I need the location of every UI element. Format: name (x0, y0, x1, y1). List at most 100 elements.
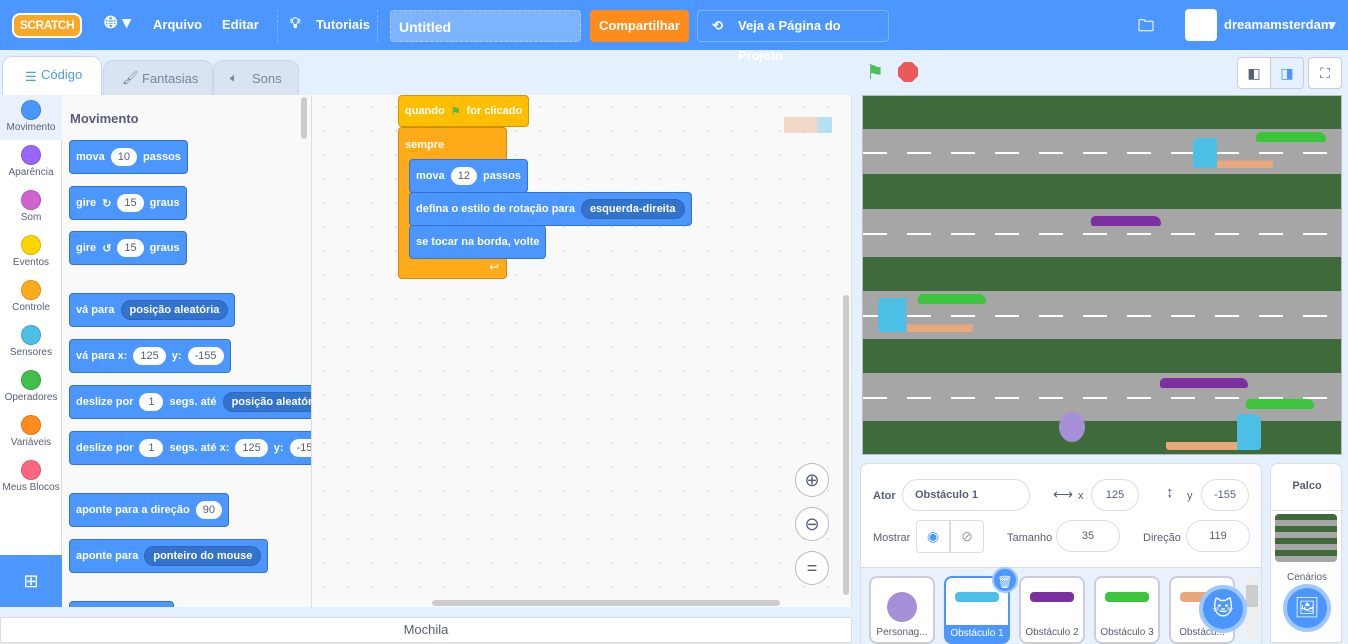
category-dot (21, 145, 41, 165)
block-turn-left[interactable]: gire ↺ 15 graus (69, 231, 187, 265)
block-glide-xy[interactable]: deslize por1segs. até x:125y:-155 (69, 431, 311, 465)
menu-tutorials[interactable]: Tutoriais (316, 17, 370, 32)
small-stage-button[interactable]: ◧ (1237, 57, 1271, 89)
category-dot (21, 190, 41, 210)
zoom-in-button[interactable]: ⊕ (795, 463, 829, 497)
green-flag-button[interactable]: ⚑ (866, 60, 884, 85)
green-car-sprite[interactable] (1246, 399, 1314, 409)
block-goto-xy[interactable]: vá para x: 125 y: -155 (69, 339, 231, 373)
share-button[interactable]: Compartilhar (590, 10, 689, 42)
category-4[interactable]: Eventos (0, 230, 62, 275)
block-glide[interactable]: deslize por1segs. atéposição aleatória (69, 385, 311, 419)
sprite-name: Obstáculo 1 (946, 625, 1008, 642)
x-input[interactable]: 125 (1091, 479, 1139, 511)
choose-backdrop-button[interactable]: 🖼︎ (1283, 584, 1331, 632)
category-label: Sensores (9, 347, 53, 358)
tab-sounds[interactable]: 🔈︎ Sons (213, 60, 299, 96)
zoom-reset-button[interactable]: = (795, 551, 829, 585)
player-sprite[interactable] (1059, 412, 1085, 442)
sprite-name: Obstáculo 3 (1100, 627, 1154, 638)
block-move-steps[interactable]: mova 12 passos (409, 159, 528, 193)
sprite-tile[interactable]: Personag... (869, 576, 935, 644)
sprite-name-input[interactable]: Obstáculo 1 (902, 479, 1030, 511)
horizontal-scrollbar[interactable] (432, 600, 780, 606)
sprite-tile[interactable]: Obstáculo 2 (1019, 576, 1085, 644)
category-6[interactable]: Sensores (0, 320, 62, 365)
hide-button[interactable]: ⊘ (950, 520, 984, 553)
username[interactable]: dreamamsterdam (1224, 17, 1332, 32)
folder-icon[interactable]: 🗀︎ (1138, 15, 1154, 42)
globe-icon[interactable]: 🌐︎ ▾ (104, 13, 131, 33)
project-title-input[interactable]: Untitled (390, 10, 581, 42)
block-goto[interactable]: vá para posição aleatória (69, 293, 236, 327)
large-stage-button[interactable]: ◨ (1270, 57, 1304, 89)
fullscreen-button[interactable]: ⛶ (1308, 57, 1342, 89)
sprite-tile[interactable]: Obstáculo 3 (1094, 576, 1160, 644)
truck-sprite[interactable] (878, 298, 973, 332)
y-label: y (1187, 490, 1193, 502)
show-visible-button[interactable]: ◉ (916, 520, 950, 553)
size-input[interactable]: 35 (1056, 520, 1120, 552)
block-set-rotation-style[interactable]: defina o estilo de rotação para esquerda-… (409, 192, 692, 226)
tab-code[interactable]: ☰ Código (2, 56, 102, 96)
size-label: Tamanho (1007, 532, 1053, 544)
sprite-label: Ator (873, 490, 896, 502)
stop-button[interactable] (898, 62, 918, 82)
script-area[interactable]: quando ⚑ for clicado sempre ↩ mova 12 passos… (312, 95, 852, 607)
tab-label: Código (41, 67, 83, 82)
menu-edit[interactable]: Editar (222, 17, 259, 32)
block-turn-right[interactable]: gire ↻ 15 graus (69, 186, 187, 220)
add-extension-button[interactable]: ⊞ (0, 555, 62, 607)
backpack[interactable]: Mochila (0, 617, 852, 643)
category-7[interactable]: Operadores (0, 365, 62, 410)
category-3[interactable]: Som (0, 185, 62, 230)
purple-car-sprite[interactable] (1091, 216, 1161, 226)
vertical-scrollbar[interactable] (843, 295, 849, 595)
menu-bar: SCRATCH 🌐︎ ▾ Arquivo Editar 💡︎ Tutoriais… (0, 0, 1348, 63)
forever-label: sempre (405, 139, 445, 151)
category-2[interactable]: Aparência (0, 140, 62, 185)
see-project-page-button[interactable]: ⟲ Veja a Página do Projeto (697, 10, 889, 63)
truck-sprite[interactable] (1166, 414, 1261, 450)
category-9[interactable]: Meus Blocos (0, 455, 62, 500)
remix-icon: ⟲ (712, 18, 723, 33)
y-input[interactable]: -155 (1201, 479, 1249, 511)
sprite-list-scrollbar[interactable] (1246, 575, 1258, 640)
avatar[interactable] (1185, 9, 1217, 41)
sprite-thumbnail (955, 592, 999, 602)
menu-file[interactable]: Arquivo (153, 17, 202, 32)
block-partial[interactable] (69, 601, 174, 607)
tab-label: Fantasias (142, 71, 199, 86)
green-flag-icon: ⚑ (450, 105, 461, 118)
category-dot (21, 280, 41, 300)
category-dot (21, 235, 41, 255)
backdrop-thumbnail[interactable] (1275, 514, 1337, 562)
block-point-direction[interactable]: aponte para a direção 90 (69, 493, 229, 527)
block-bounce-on-edge[interactable]: se tocar na borda, volte (409, 225, 547, 259)
tab-costumes[interactable]: 🖌︎ Fantasias (103, 60, 213, 96)
delete-sprite-icon[interactable]: 🗑︎ (992, 567, 1018, 593)
purple-car-sprite[interactable] (1160, 378, 1248, 388)
stage[interactable] (862, 95, 1342, 455)
scratch-logo[interactable]: SCRATCH (12, 13, 82, 38)
category-label: Som (20, 212, 42, 223)
block-move-steps[interactable]: mova 10 passos (69, 140, 188, 174)
category-5[interactable]: Controle (0, 275, 62, 320)
palette-heading: Movimento (70, 111, 139, 126)
show-label: Mostrar (873, 532, 911, 544)
truck-sprite[interactable] (1193, 138, 1273, 168)
palette-scrollbar[interactable] (301, 97, 307, 139)
category-8[interactable]: Variáveis (0, 410, 62, 455)
chevron-down-icon[interactable]: ▾ (1329, 17, 1336, 33)
choose-sprite-button[interactable]: 🐱︎ (1199, 585, 1247, 633)
direction-label: Direção (1143, 532, 1181, 544)
block-point-towards[interactable]: aponte para ponteiro do mouse (69, 539, 269, 573)
zoom-out-button[interactable]: ⊖ (795, 507, 829, 541)
stage-selector[interactable]: Palco Cenários 🖼︎ (1270, 463, 1343, 643)
category-1[interactable]: Movimento (0, 95, 62, 140)
see-project-label: Veja a Página do Projeto (738, 18, 841, 63)
category-label: Controle (12, 302, 50, 313)
direction-input[interactable]: 119 (1186, 520, 1250, 552)
sprite-thumbnail (1030, 592, 1074, 602)
block-when-flag-clicked[interactable]: quando ⚑ for clicado (398, 95, 530, 127)
